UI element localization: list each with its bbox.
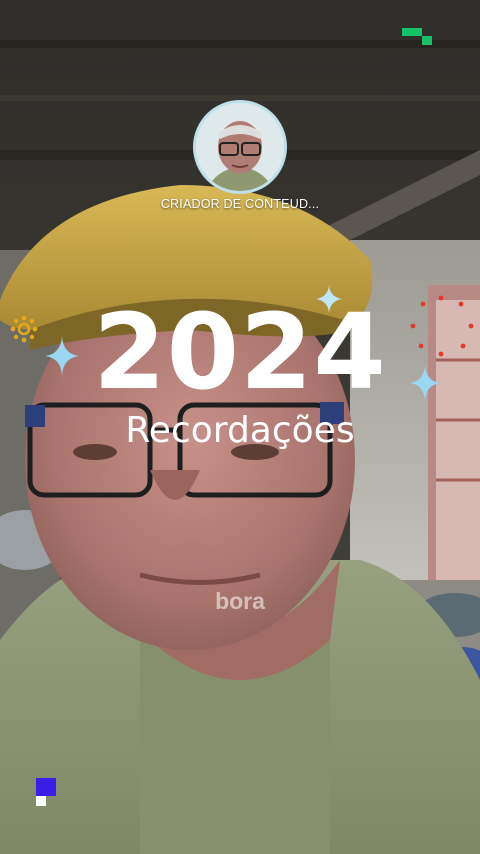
memories-subtitle: Recordações: [125, 410, 355, 451]
green-pixel-icon: [402, 28, 432, 45]
avatar-photo: [196, 103, 284, 191]
caption-text: bora: [215, 588, 265, 614]
story-viewer[interactable]: CRIADOR DE CONTEUD... 2024 Recordações b…: [0, 0, 480, 854]
sparkle-icon: [316, 285, 342, 313]
creator-name-label[interactable]: CRIADOR DE CONTEUD...: [0, 197, 480, 211]
sparkle-icon: [410, 365, 440, 401]
sun-icon: [10, 315, 38, 343]
purple-pixel-icon: [36, 778, 56, 806]
sparkle-icon: [45, 336, 79, 376]
red-dots-decoration: [410, 295, 474, 357]
creator-avatar[interactable]: [196, 103, 284, 191]
